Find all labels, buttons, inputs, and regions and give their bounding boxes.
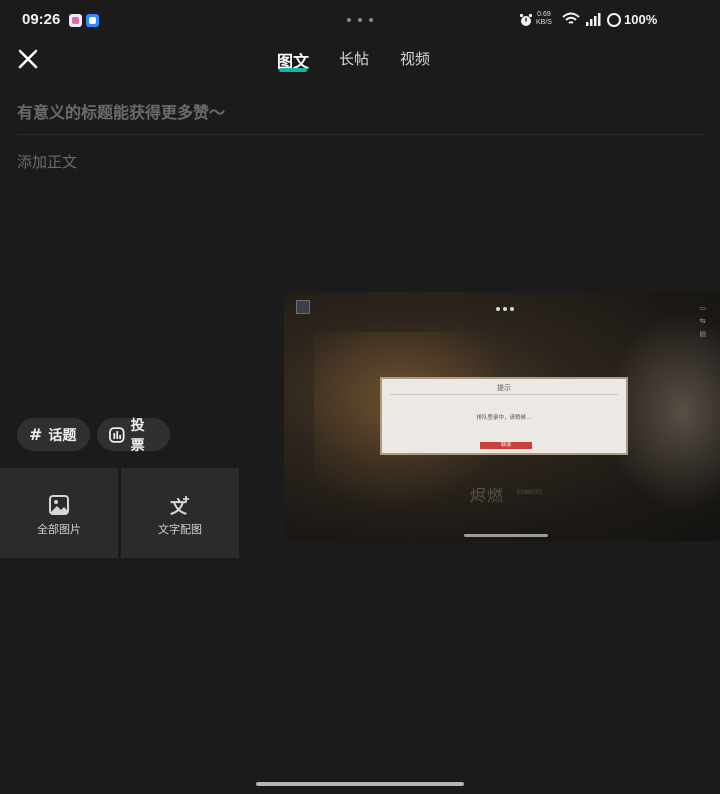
game-menu-icon[interactable] — [296, 300, 310, 314]
game-logo-subtitle: EMBERS — [517, 490, 543, 496]
dialog-divider — [390, 394, 618, 395]
net-speed: 0.69 KB/S — [536, 11, 552, 26]
battery-icon — [607, 13, 621, 27]
tab-long-post[interactable]: 长帖 — [339, 48, 369, 69]
signal-icon — [586, 13, 601, 26]
login-queue-dialog: 提示 排队登录中，请稍候… 取消 — [380, 377, 628, 455]
status-bar: 09:26 0.69 KB/S 100% — [0, 0, 720, 40]
text-to-image-label: 文字配图 — [158, 523, 202, 536]
all-images-label: 全部图片 — [37, 523, 81, 536]
alarm-icon — [519, 13, 533, 26]
app-notification-icon — [69, 14, 82, 27]
status-time: 09:26 — [22, 11, 61, 28]
post-type-tabs: 图文 长帖 视频 — [0, 48, 720, 76]
active-tab-indicator — [279, 68, 307, 72]
vote-button[interactable]: 投票 — [97, 418, 170, 454]
window-options-icon[interactable] — [496, 307, 514, 311]
wifi-icon — [562, 12, 580, 24]
dialog-title: 提示 — [497, 384, 511, 392]
game-logo: 烬燃 — [470, 486, 505, 505]
battery-level: 100% — [624, 12, 658, 27]
topic-label: 话题 — [48, 427, 77, 444]
title-input[interactable]: 有意义的标题能获得更多赞～ — [17, 99, 225, 123]
tab-video[interactable]: 视频 — [400, 48, 430, 69]
vote-label: 投票 — [130, 417, 145, 454]
divider — [17, 134, 704, 135]
app-notification-icon — [86, 14, 99, 27]
text-to-image-button[interactable]: 文 文字配图 — [121, 468, 239, 558]
home-indicator[interactable] — [256, 782, 464, 786]
dialog-message: 排队登录中，请稍候… — [476, 415, 532, 421]
poll-icon — [109, 426, 125, 443]
side-toolbar: ▭ ⇆ ▤ — [699, 304, 706, 338]
dialog-cancel-button[interactable]: 取消 — [480, 442, 532, 449]
topic-button[interactable]: # 话题 — [17, 418, 90, 451]
window-drag-handle[interactable] — [464, 534, 548, 537]
more-dots-icon — [347, 18, 373, 22]
all-images-button[interactable]: 全部图片 — [0, 468, 118, 558]
image-icon — [49, 495, 69, 515]
body-input[interactable]: 添加正文 — [17, 151, 77, 172]
floating-game-window[interactable]: ▭ ⇆ ▤ 提示 排队登录中，请稍候… 取消 烬燃 EMBERS — [284, 292, 720, 541]
text-image-icon: 文 — [170, 496, 189, 516]
hashtag-icon: # — [29, 425, 43, 444]
